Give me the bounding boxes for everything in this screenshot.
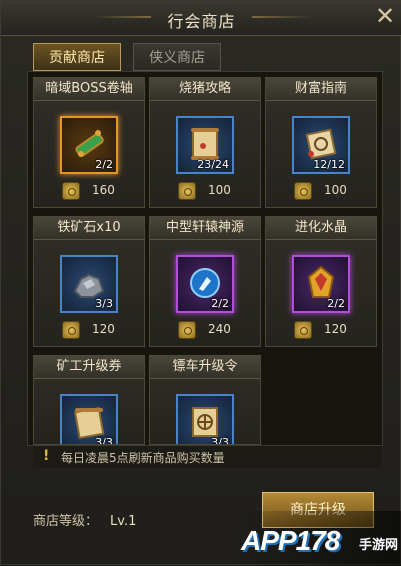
shop-item-card[interactable]: 镖车升级令 3/3 (149, 355, 261, 445)
item-stock: 2/2 (327, 297, 345, 310)
item-price: 100 (208, 183, 231, 197)
item-name: 财富指南 (266, 78, 376, 101)
item-name: 暗域BOSS卷轴 (34, 78, 144, 101)
contribution-coin-icon (178, 321, 196, 339)
item-name: 铁矿石x10 (34, 217, 144, 240)
close-icon[interactable]: ✕ (372, 3, 398, 29)
title-bar: 行会商店 ✕ (1, 1, 401, 36)
notice-text: 每日凌晨5点刷新商品购买数量 (61, 451, 225, 465)
contribution-coin-icon (62, 182, 80, 200)
contribution-coin-icon (294, 321, 312, 339)
shop-item-card[interactable]: 暗域BOSS卷轴 2/2 160 (33, 77, 145, 208)
item-name: 进化水晶 (266, 217, 376, 240)
refresh-notice: ! 每日凌晨5点刷新商品购买数量 (33, 445, 381, 468)
item-stock: 2/2 (211, 297, 229, 310)
shop-item-card[interactable]: 中型轩辕神源 2/2 240 (149, 216, 261, 347)
contribution-coin-icon (62, 321, 80, 339)
item-name: 镖车升级令 (150, 356, 260, 379)
item-price: 240 (208, 322, 231, 336)
item-slot[interactable]: 2/2 (292, 255, 350, 313)
item-name: 中型轩辕神源 (150, 217, 260, 240)
shop-window: 行会商店 ✕ 贡献商店 侠义商店 暗域BOSS卷轴 2/2 160 烧猪攻略 2… (0, 0, 401, 566)
watermark-subtitle: 手游网 (359, 538, 399, 553)
watermark-logo: APP178 (241, 525, 340, 556)
item-price: 120 (92, 322, 115, 336)
item-stock: 3/3 (95, 297, 113, 310)
exclamation-icon: ! (43, 448, 50, 464)
shop-item-card[interactable]: 财富指南 12/12 100 (265, 77, 377, 208)
tab-contribution-shop[interactable]: 贡献商店 (33, 43, 121, 71)
title-decoration-right (252, 16, 312, 18)
item-slot[interactable]: 3/3 (60, 394, 118, 445)
shop-item-card[interactable]: 铁矿石x10 3/3 120 (33, 216, 145, 347)
item-slot[interactable]: 12/12 (292, 116, 350, 174)
shop-item-card[interactable]: 进化水晶 2/2 120 (265, 216, 377, 347)
watermark: APP178 手游网 (231, 511, 401, 566)
level-label: 商店等级： (33, 514, 99, 529)
item-slot[interactable]: 2/2 (176, 255, 234, 313)
item-name: 矿工升级券 (34, 356, 144, 379)
item-price: 100 (324, 183, 347, 197)
level-value: Lv.1 (110, 514, 137, 529)
shop-item-card[interactable]: 矿工升级券 3/3 (33, 355, 145, 445)
item-stock: 3/3 (211, 436, 229, 445)
tab-chivalry-shop[interactable]: 侠义商店 (133, 43, 221, 71)
item-stock: 3/3 (95, 436, 113, 445)
item-price: 120 (324, 322, 347, 336)
shop-item-card[interactable]: 烧猪攻略 23/24 100 (149, 77, 261, 208)
item-slot[interactable]: 2/2 (60, 116, 118, 174)
contribution-coin-icon (294, 182, 312, 200)
item-name: 烧猪攻略 (150, 78, 260, 101)
shop-level: 商店等级： Lv.1 (33, 510, 136, 529)
contribution-coin-icon (178, 182, 196, 200)
item-stock: 2/2 (95, 158, 113, 171)
window-title: 行会商店 (167, 12, 236, 31)
item-price: 160 (92, 183, 115, 197)
item-slot[interactable]: 3/3 (60, 255, 118, 313)
item-stock: 23/24 (197, 158, 229, 171)
item-stock: 12/12 (313, 158, 345, 171)
item-slot[interactable]: 23/24 (176, 116, 234, 174)
item-slot[interactable]: 3/3 (176, 394, 234, 445)
